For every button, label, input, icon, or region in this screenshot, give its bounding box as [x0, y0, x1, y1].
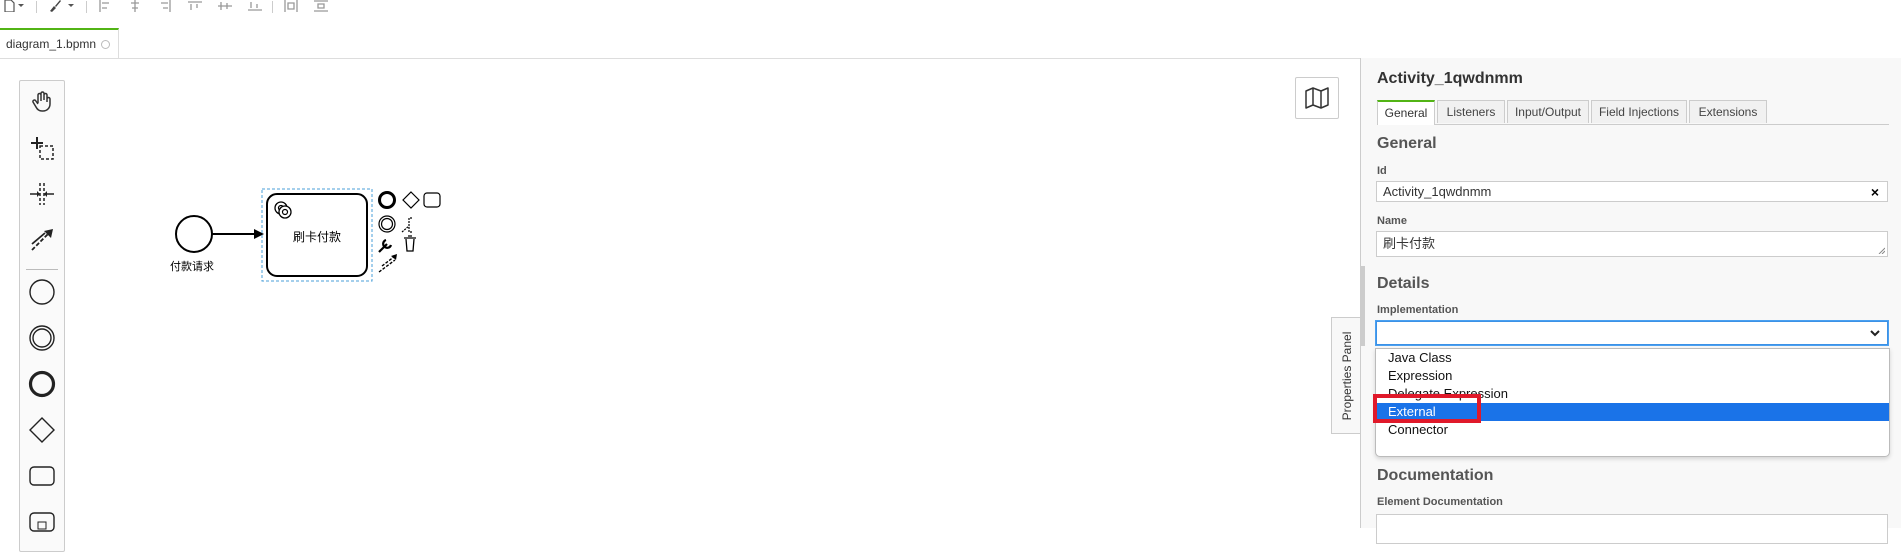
- properties-panel: Activity_1qwdnmm General Listeners Input…: [1360, 58, 1901, 544]
- element-documentation-label: Element Documentation: [1377, 496, 1503, 508]
- align-right-icon[interactable]: [158, 0, 172, 12]
- minimap-toggle-button[interactable]: [1295, 77, 1339, 119]
- toolbar: [0, 0, 1901, 16]
- id-field[interactable]: Activity_1qwdnmm ×: [1376, 181, 1888, 202]
- clear-id-button[interactable]: ×: [1871, 183, 1879, 202]
- toolbar-separator: [86, 1, 87, 13]
- align-bottom-icon[interactable]: [248, 0, 262, 12]
- option-java-class[interactable]: Java Class: [1376, 349, 1889, 367]
- hand-tool-icon[interactable]: [27, 87, 57, 117]
- chevron-down-icon: [1870, 330, 1880, 337]
- connect-arrow-icon: [391, 254, 397, 260]
- tab-input-output[interactable]: Input/Output: [1507, 100, 1589, 123]
- start-event-label: 付款请求: [170, 261, 214, 273]
- distribute-horizontal-icon[interactable]: [284, 0, 298, 12]
- properties-panel-toggle[interactable]: Properties Panel: [1331, 317, 1361, 434]
- tab-listeners[interactable]: Listeners: [1437, 100, 1505, 123]
- option-expression[interactable]: Expression: [1376, 367, 1889, 385]
- append-task-icon[interactable]: [423, 192, 441, 208]
- start-event-icon[interactable]: [27, 277, 57, 307]
- tab-extensions[interactable]: Extensions: [1689, 100, 1767, 123]
- align-middle-icon[interactable]: [218, 0, 232, 12]
- implementation-select[interactable]: [1376, 321, 1888, 345]
- append-end-event-icon[interactable]: [378, 191, 396, 209]
- id-label: Id: [1377, 165, 1387, 177]
- gateway-icon[interactable]: [27, 415, 57, 445]
- name-value: 刷卡付款: [1383, 236, 1436, 251]
- distribute-vertical-icon[interactable]: [314, 0, 328, 12]
- file-icon[interactable]: [2, 0, 16, 12]
- implementation-label: Implementation: [1377, 304, 1459, 316]
- subprocess-icon[interactable]: [27, 507, 57, 537]
- option-connector[interactable]: Connector: [1376, 421, 1889, 439]
- tab-diagram-file[interactable]: diagram_1.bpmn: [0, 28, 120, 58]
- dropdown-caret-icon[interactable]: [66, 0, 76, 12]
- space-tool-icon[interactable]: [27, 179, 57, 209]
- file-tab-bar: diagram_1.bpmn: [0, 16, 1901, 59]
- trash-icon[interactable]: [404, 235, 416, 252]
- end-event-icon[interactable]: [27, 369, 57, 399]
- intermediate-event-icon[interactable]: [27, 323, 57, 353]
- unsaved-indicator-icon: [101, 40, 111, 50]
- task-label: 刷卡付款: [292, 230, 341, 244]
- name-field[interactable]: 刷卡付款: [1376, 231, 1888, 257]
- general-heading: General: [1377, 135, 1437, 152]
- brush-icon[interactable]: [48, 0, 62, 12]
- name-label: Name: [1377, 215, 1407, 227]
- details-heading: Details: [1377, 275, 1430, 292]
- text-annotation-icon[interactable]: [401, 217, 412, 233]
- toolbar-separator: [272, 1, 273, 13]
- tab-field-injections[interactable]: Field Injections: [1591, 100, 1687, 123]
- task-icon[interactable]: [27, 461, 57, 491]
- align-top-icon[interactable]: [188, 0, 202, 12]
- map-icon: [1305, 87, 1329, 109]
- tab-label: diagram_1.bpmn: [6, 37, 97, 51]
- properties-tabs: General Listeners Input/Output Field Inj…: [1377, 100, 1889, 125]
- properties-scrollbar[interactable]: [1361, 266, 1365, 346]
- palette: [19, 80, 65, 552]
- id-value: Activity_1qwdnmm: [1383, 184, 1492, 199]
- toolbar-separator: [36, 1, 37, 13]
- append-gateway-icon[interactable]: [402, 191, 420, 209]
- element-title: Activity_1qwdnmm: [1377, 70, 1523, 87]
- wrench-icon[interactable]: [378, 238, 393, 253]
- start-event[interactable]: [175, 215, 213, 253]
- connect-tool-icon[interactable]: [27, 225, 57, 255]
- highlight-box: [1373, 394, 1481, 423]
- palette-separator: [26, 269, 58, 270]
- properties-panel-toggle-label: Properties Panel: [1339, 331, 1354, 420]
- append-intermediate-event-inner: [380, 217, 394, 231]
- resize-handle-icon[interactable]: [1878, 247, 1885, 254]
- element-documentation-field[interactable]: [1376, 514, 1888, 544]
- tab-general[interactable]: General: [1377, 100, 1435, 125]
- connect-icon[interactable]: [378, 255, 396, 273]
- dropdown-caret-icon[interactable]: [16, 0, 26, 12]
- bpmn-canvas: 付款请求 刷卡付款: [150, 180, 470, 300]
- align-left-icon[interactable]: [98, 0, 112, 12]
- documentation-heading: Documentation: [1377, 467, 1494, 484]
- align-center-icon[interactable]: [128, 0, 142, 12]
- lasso-tool-icon[interactable]: [27, 133, 57, 163]
